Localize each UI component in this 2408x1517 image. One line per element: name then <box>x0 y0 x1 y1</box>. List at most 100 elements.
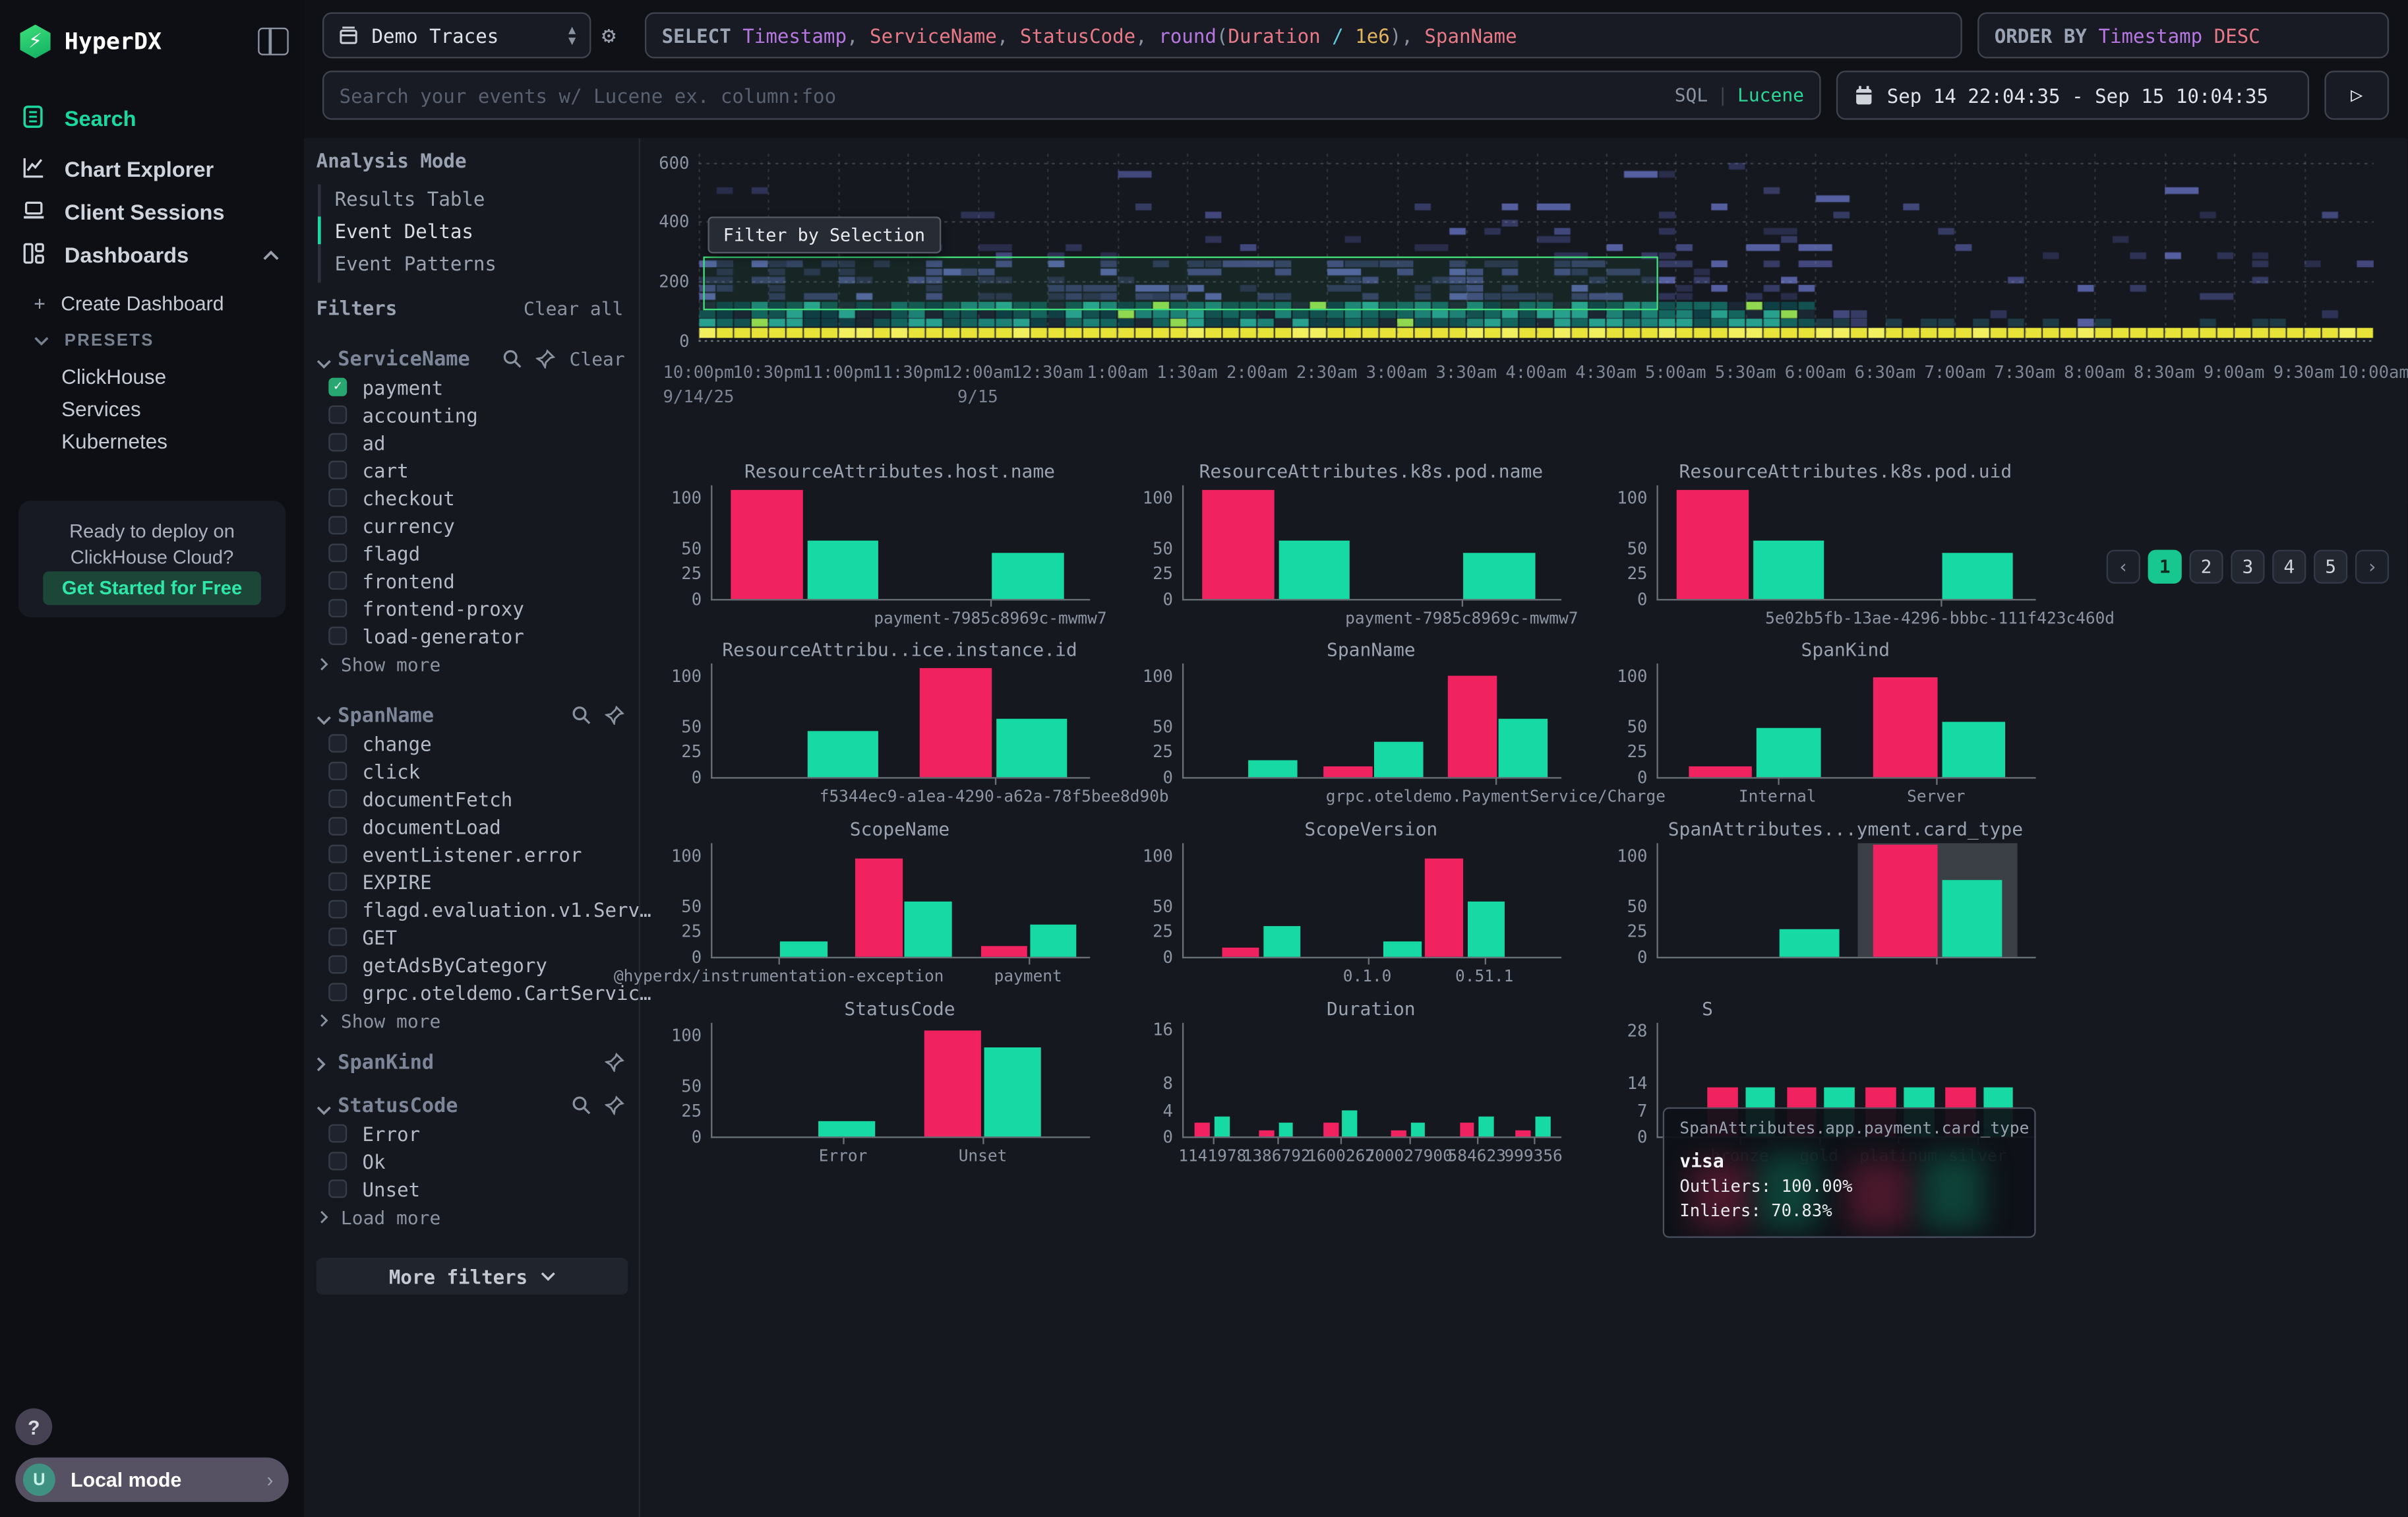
sidebar-item-search[interactable]: Search <box>0 98 304 139</box>
filter-checkbox-currency[interactable]: currency <box>328 513 628 538</box>
page-button-3[interactable]: 3 <box>2231 550 2264 584</box>
filter-checkbox-ok[interactable]: Ok <box>328 1149 628 1173</box>
y-tick: 25 <box>1602 565 1648 584</box>
help-button[interactable]: ? <box>15 1408 52 1445</box>
sidebar-item-chart-explorer[interactable]: Chart Explorer <box>0 149 304 189</box>
filter-checkbox-error[interactable]: Error <box>328 1121 628 1146</box>
checkbox-unchecked[interactable] <box>328 543 347 562</box>
filter-checkbox-cart[interactable]: cart <box>328 458 628 482</box>
checkbox-unchecked[interactable] <box>328 461 347 480</box>
checkbox-unchecked[interactable] <box>328 488 347 507</box>
filter-checkbox-expire[interactable]: EXPIRE <box>328 869 628 894</box>
filter-checkbox-payment[interactable]: ✓payment <box>328 375 628 399</box>
chart-plot <box>711 1023 1090 1138</box>
clear-filter-button[interactable]: Clear <box>570 349 625 371</box>
sidebar-item-presets[interactable]: PRESETS <box>0 332 338 350</box>
date-range-picker[interactable]: Sep 14 22:04:35 - Sep 15 10:04:35 <box>1836 71 2309 120</box>
lucene-toggle[interactable]: Lucene <box>1737 84 1804 106</box>
page-button-2[interactable]: 2 <box>2189 550 2223 584</box>
checkbox-unchecked[interactable] <box>328 983 347 1001</box>
language-switch[interactable]: SQL|Lucene <box>1675 84 1804 106</box>
checkbox-unchecked[interactable] <box>328 599 347 617</box>
page-prev-button[interactable]: ‹ <box>2107 550 2140 584</box>
checkbox-unchecked[interactable] <box>328 845 347 863</box>
checkbox-unchecked[interactable] <box>328 516 347 534</box>
inlier-bar <box>905 902 953 957</box>
checkbox-unchecked[interactable] <box>328 927 347 946</box>
filter-checkbox-eventlistener-error[interactable]: eventListener.error <box>328 842 628 866</box>
filter-by-selection-button[interactable]: Filter by Selection <box>707 216 940 253</box>
filter-checkbox-load-generator[interactable]: load-generator <box>328 623 628 648</box>
chevron-down-icon <box>316 715 332 724</box>
get-started-button[interactable]: Get Started for Free <box>43 571 261 605</box>
search-input[interactable]: Search your events w/ Lucene ex. column:… <box>322 71 1821 120</box>
filter-checkbox-frontend-proxy[interactable]: frontend-proxy <box>328 596 628 620</box>
show-more-button[interactable]: Show more <box>319 654 440 676</box>
checkbox-unchecked[interactable] <box>328 955 347 974</box>
checkbox-unchecked[interactable] <box>328 817 347 836</box>
filter-checkbox-grpc-oteldemo-cartservic-[interactable]: grpc.oteldemo.CartServic… <box>328 980 628 1005</box>
filter-group-header-spanname[interactable]: SpanName <box>304 703 640 728</box>
heatmap-canvas[interactable] <box>698 154 2373 346</box>
filter-checkbox-frontend[interactable]: frontend <box>328 569 628 593</box>
page-button-5[interactable]: 5 <box>2314 550 2347 584</box>
clear-all-button[interactable]: Clear all <box>524 298 623 320</box>
checkbox-unchecked[interactable] <box>328 1152 347 1170</box>
filter-checkbox-documentfetch[interactable]: documentFetch <box>328 786 628 811</box>
checkbox-unchecked[interactable] <box>328 762 347 780</box>
checkbox-unchecked[interactable] <box>328 900 347 919</box>
checkbox-unchecked[interactable] <box>328 1124 347 1142</box>
checkbox-checked[interactable]: ✓ <box>328 378 347 396</box>
pin-icon[interactable] <box>591 701 624 730</box>
search-icon[interactable] <box>557 701 591 730</box>
filter-group-header-spankind[interactable]: SpanKind <box>304 1051 640 1075</box>
analysis-mode-event-patterns[interactable]: Event Patterns <box>335 252 497 275</box>
heatmap-selection[interactable] <box>704 256 1658 311</box>
sql-toggle[interactable]: SQL <box>1675 84 1708 106</box>
analysis-mode-results-table[interactable]: Results Table <box>335 187 485 210</box>
load-more-button[interactable]: Load more <box>319 1207 440 1229</box>
filter-checkbox-flagd[interactable]: flagd <box>328 541 628 565</box>
filter-checkbox-documentload[interactable]: documentLoad <box>328 814 628 838</box>
filter-checkbox-checkout[interactable]: checkout <box>328 485 628 510</box>
pin-icon[interactable] <box>591 1048 624 1077</box>
gear-icon[interactable]: ⚙ <box>602 22 616 49</box>
checkbox-unchecked[interactable] <box>328 789 347 808</box>
sidebar-item-create-dashboard[interactable]: + Create Dashboard <box>0 292 338 315</box>
checkbox-unchecked[interactable] <box>328 571 347 590</box>
filter-checkbox-unset[interactable]: Unset <box>328 1177 628 1201</box>
sidebar-collapse-icon[interactable] <box>258 28 289 55</box>
source-select[interactable]: Demo Traces ▲▼ <box>322 13 591 59</box>
show-more-button[interactable]: Show more <box>319 1010 440 1032</box>
filter-checkbox-click[interactable]: click <box>328 758 628 783</box>
search-icon[interactable] <box>557 1091 591 1120</box>
filter-checkbox-change[interactable]: change <box>328 731 628 755</box>
page-button-4[interactable]: 4 <box>2272 550 2306 584</box>
checkbox-unchecked[interactable] <box>328 1179 347 1198</box>
checkbox-unchecked[interactable] <box>328 406 347 424</box>
checkbox-unchecked[interactable] <box>328 873 347 891</box>
sidebar-item-dashboards[interactable]: Dashboards <box>0 235 304 275</box>
page-next-button[interactable]: › <box>2355 550 2389 584</box>
sql-select-editor[interactable]: SELECT Timestamp, ServiceName, StatusCod… <box>645 13 1962 59</box>
analysis-mode-event-deltas[interactable]: Event Deltas <box>335 220 473 243</box>
filter-group-header-statuscode[interactable]: StatusCode <box>304 1094 640 1118</box>
more-filters-button[interactable]: More filters <box>316 1258 628 1295</box>
filter-checkbox-ad[interactable]: ad <box>328 430 628 454</box>
checkbox-unchecked[interactable] <box>328 627 347 645</box>
pin-icon[interactable] <box>522 345 555 374</box>
order-by-editor[interactable]: ORDER BY Timestamp DESC <box>1977 13 2389 59</box>
filter-checkbox-getadsbycategory[interactable]: getAdsByCategory <box>328 952 628 977</box>
sidebar-item-client-sessions[interactable]: Client Sessions <box>0 192 304 232</box>
page-button-1[interactable]: 1 <box>2148 550 2182 584</box>
checkbox-unchecked[interactable] <box>328 433 347 452</box>
pin-icon[interactable] <box>591 1091 624 1120</box>
search-icon[interactable] <box>488 345 522 374</box>
filter-checkbox-get[interactable]: GET <box>328 925 628 949</box>
run-query-button[interactable]: ▷ <box>2324 71 2389 120</box>
filter-checkbox-flagd-evaluation-v1-serv-[interactable]: flagd.evaluation.v1.Serv… <box>328 897 628 921</box>
filter-checkbox-accounting[interactable]: accounting <box>328 402 628 427</box>
checkbox-unchecked[interactable] <box>328 734 347 753</box>
user-menu[interactable]: U Local mode › <box>15 1458 288 1502</box>
filter-group-header-servicename[interactable]: ServiceNameClear <box>304 347 640 371</box>
